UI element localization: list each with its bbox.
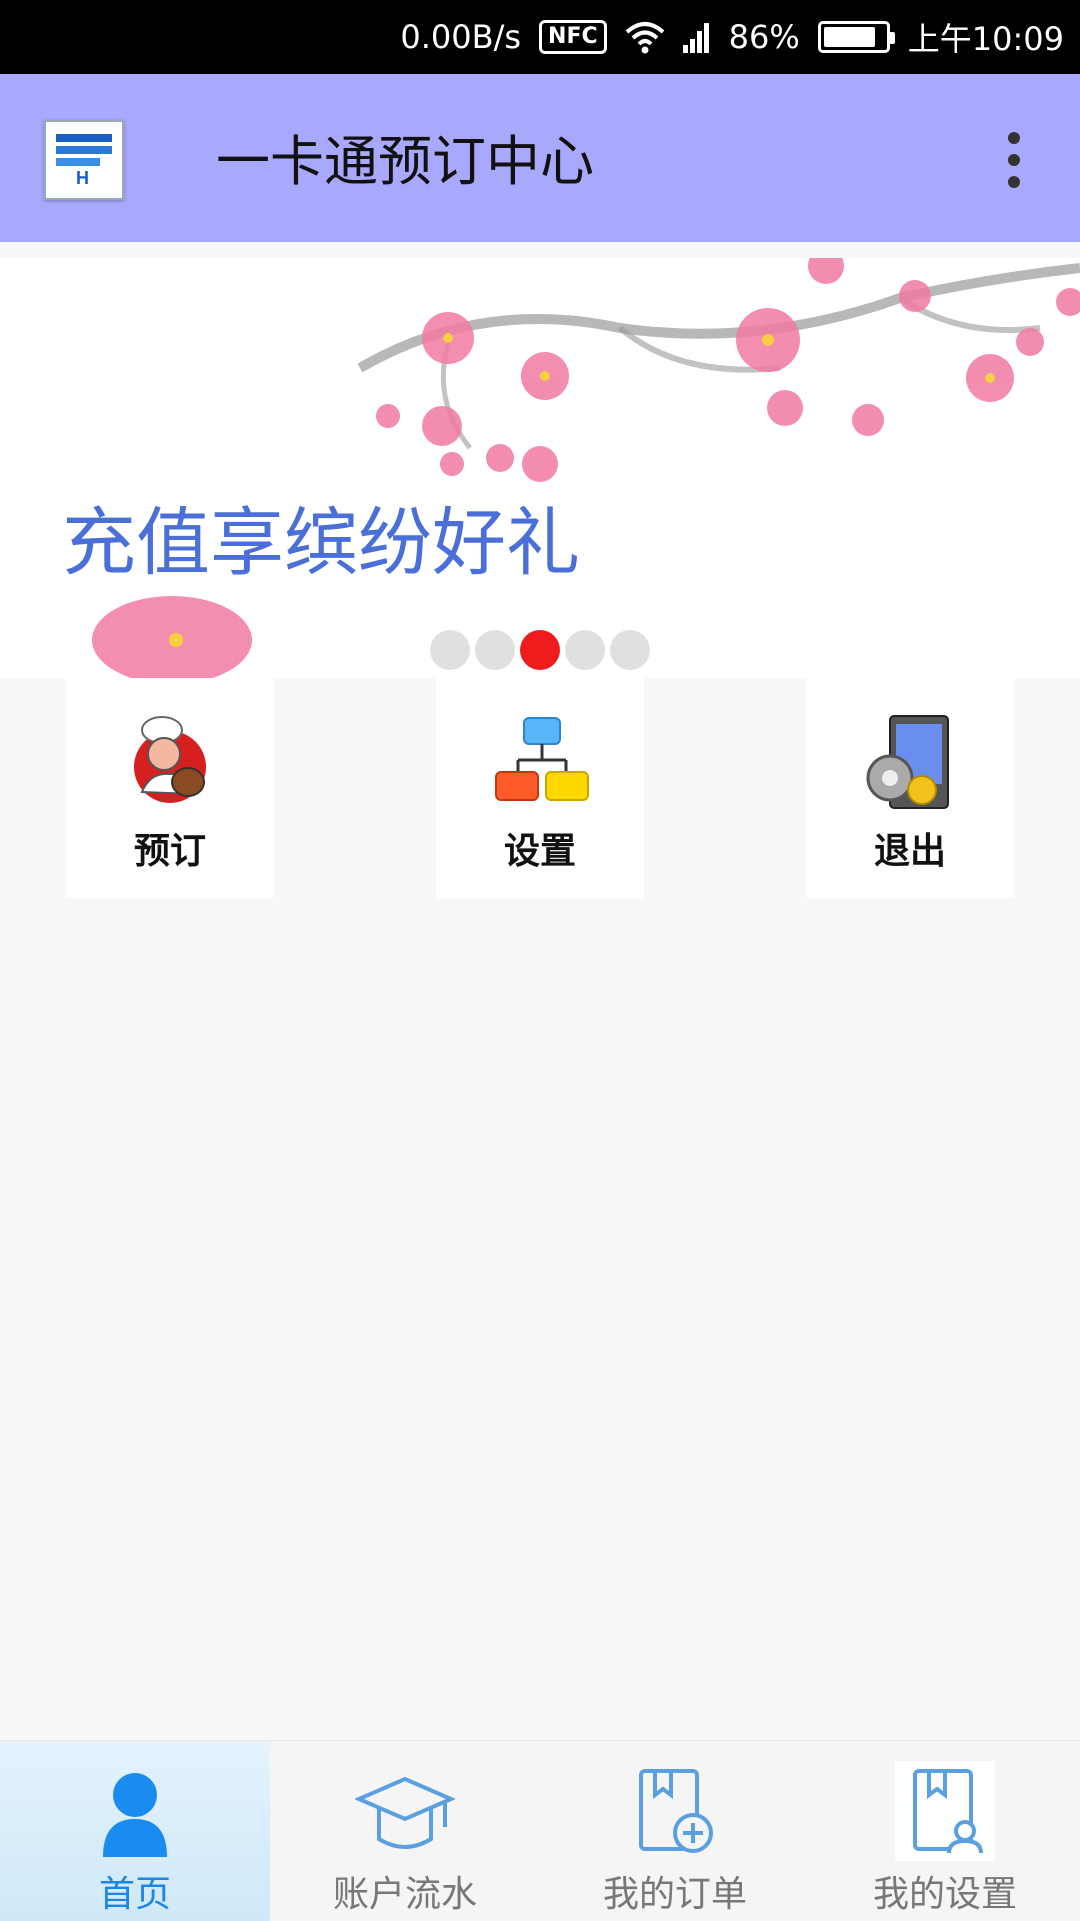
tile-label: 退出 — [873, 831, 946, 872]
tab-my-orders[interactable]: 我的订单 — [540, 1741, 810, 1921]
tab-home[interactable]: 首页 — [0, 1741, 270, 1921]
nfc-icon: NFC — [539, 20, 607, 54]
carousel-dot[interactable] — [520, 630, 560, 670]
promo-banner[interactable]: 充值享缤纷好礼 — [0, 258, 1080, 678]
carousel-dot[interactable] — [430, 630, 470, 670]
tile-settings[interactable]: 设置 — [436, 678, 644, 898]
banner-caption: 充值享缤纷好礼 — [62, 500, 580, 586]
exit-device-icon — [866, 715, 949, 809]
tab-label: 我的设置 — [872, 1874, 1017, 1915]
battery-percent: 86% — [728, 18, 800, 56]
svg-text:H: H — [76, 168, 89, 188]
page-title: 一卡通预订中心 — [216, 130, 594, 193]
tab-my-settings[interactable]: 我的设置 — [810, 1741, 1080, 1921]
status-bar: 0.00B/s NFC 86% 上午10:09 — [0, 0, 1080, 74]
overflow-menu-icon[interactable] — [996, 132, 1032, 188]
wifi-icon — [625, 20, 665, 54]
bottom-navigation: 首页 账户流水 我的订单 我的设置 — [0, 1740, 1080, 1921]
tab-label: 账户流水 — [332, 1874, 477, 1915]
person-icon — [103, 1773, 167, 1857]
clock: 上午10:09 — [907, 20, 1064, 58]
book-add-icon — [639, 1769, 713, 1853]
tile-booking[interactable]: 预订 — [66, 678, 274, 898]
app-logo-icon: H — [44, 120, 124, 200]
carousel-indicator — [430, 630, 650, 670]
tile-label: 设置 — [503, 831, 576, 872]
chef-icon — [134, 716, 206, 803]
tile-exit[interactable]: 退出 — [806, 678, 1014, 898]
tile-label: 预订 — [133, 831, 206, 872]
blossom-illustration — [92, 258, 1080, 678]
battery-icon — [817, 21, 895, 53]
carousel-dot[interactable] — [565, 630, 605, 670]
carousel-dot[interactable] — [475, 630, 515, 670]
app-bar: H 一卡通预订中心 — [0, 74, 1080, 242]
graduation-cap-icon — [355, 1776, 455, 1849]
tab-account-flow[interactable]: 账户流水 — [270, 1741, 540, 1921]
signal-icon — [682, 21, 711, 53]
carousel-dot[interactable] — [610, 630, 650, 670]
hierarchy-icon — [495, 717, 589, 801]
book-user-icon — [895, 1761, 995, 1861]
tab-label: 首页 — [98, 1874, 171, 1915]
tab-label: 我的订单 — [602, 1874, 747, 1915]
net-speed: 0.00B/s — [400, 18, 522, 56]
